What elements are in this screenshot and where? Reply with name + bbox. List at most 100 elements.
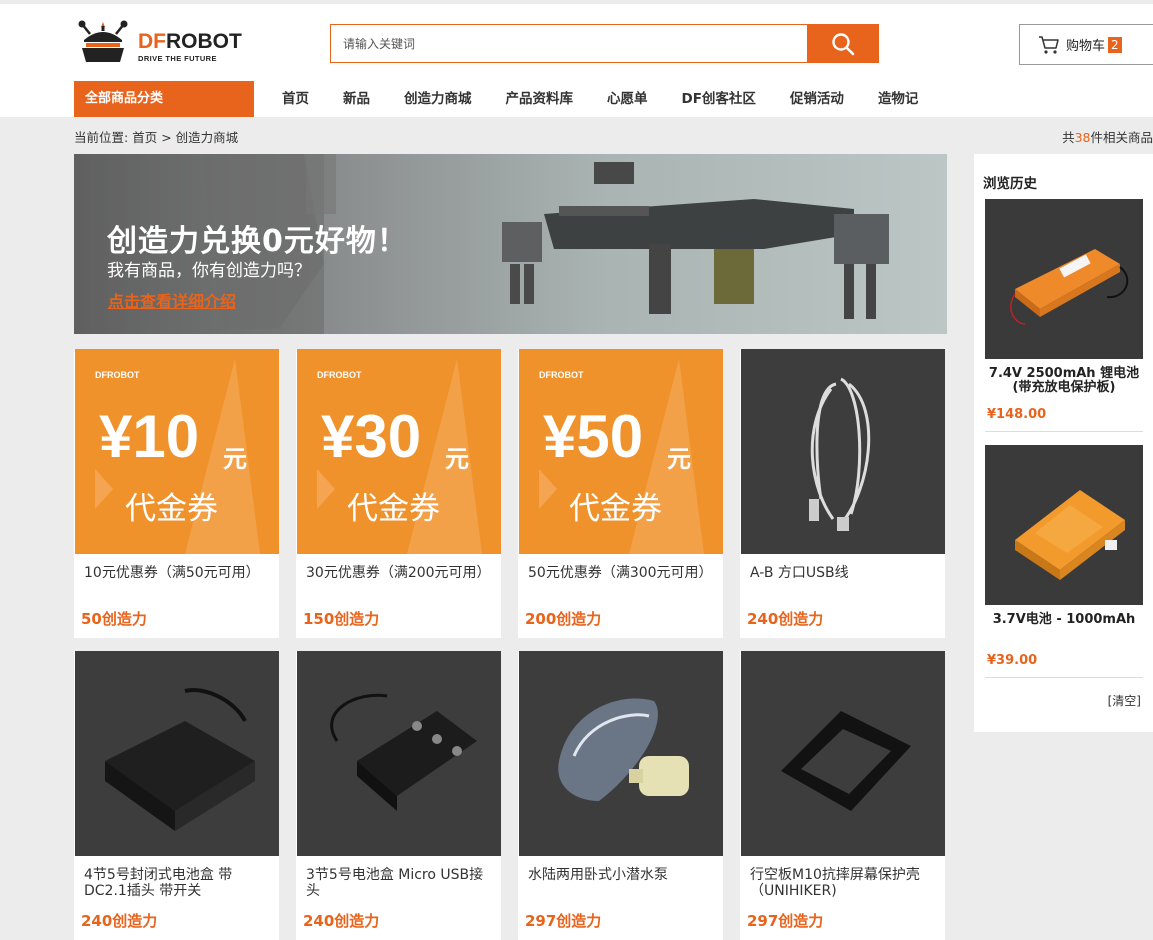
nav-promotions[interactable]: 促销活动: [790, 81, 844, 117]
product-price: 240创造力: [747, 610, 824, 628]
history-item[interactable]: 7.4V 2500mAh 锂电池(带充放电保护板) ¥148.00: [985, 199, 1143, 432]
browsing-history-title: 浏览历史: [983, 176, 1037, 192]
coupon-amount: ¥30: [321, 403, 422, 470]
product-name[interactable]: 30元优惠券（满200元可用）: [306, 565, 494, 581]
nav-new[interactable]: 新品: [343, 81, 370, 117]
water-pump-icon: [558, 698, 689, 801]
history-item[interactable]: 3.7V电池 - 1000mAh ¥39.00: [985, 445, 1143, 678]
coupon-word: 代金券: [125, 491, 218, 527]
all-categories-menu[interactable]: 全部商品分类: [74, 81, 254, 117]
nav-creativity-mall[interactable]: 创造力商城: [404, 81, 472, 117]
nav-product-library[interactable]: 产品资料库: [506, 81, 574, 117]
coupon-word: 代金券: [569, 491, 662, 527]
robot-logo-icon: [78, 20, 128, 62]
banner-subtitle: 我有商品，你有创造力吗？: [107, 261, 311, 281]
product-price: 50创造力: [81, 610, 147, 628]
coupon-unit: 元: [445, 445, 469, 473]
breadcrumb-separator: >: [161, 130, 172, 145]
product-card[interactable]: 4节5号封闭式电池盒 带DC2.1插头 带开关 240创造力: [74, 651, 279, 940]
result-count: 共38件相关商品: [1062, 127, 1153, 146]
product-name[interactable]: 10元优惠券（满50元可用）: [84, 565, 272, 581]
battery-box-icon: [105, 688, 255, 831]
product-image: [519, 651, 723, 856]
breadcrumb: 当前位置: 首页 > 创造力商城: [74, 127, 238, 146]
result-count-pre: 共: [1062, 130, 1075, 145]
battery-icon: [1015, 490, 1125, 580]
product-name[interactable]: 行空板M10抗摔屏幕保护壳（UNIHIKER): [750, 867, 938, 899]
breadcrumb-current[interactable]: 创造力商城: [176, 130, 239, 145]
browsing-history-panel: 浏览历史 7.4V 2500mAh 锂电池(带充放电保护板) ¥148.00 3…: [974, 154, 1153, 732]
history-item-name[interactable]: 7.4V 2500mAh 锂电池(带充放电保护板): [985, 367, 1143, 395]
cart-button[interactable]: 购物车 2: [1019, 24, 1153, 65]
main-nav: 首页 新品 创造力商城 产品资料库 心愿单 DF创客社区 促销活动 造物记: [254, 81, 918, 117]
product-card[interactable]: 行空板M10抗摔屏幕保护壳（UNIHIKER) 297创造力: [740, 651, 945, 940]
search-icon: [832, 32, 855, 55]
product-card[interactable]: 3节5号电池盒 Micro USB接头 240创造力: [296, 651, 501, 940]
product-name[interactable]: 50元优惠券（满300元可用）: [528, 565, 716, 581]
nav-home[interactable]: 首页: [282, 81, 309, 117]
coupon-word: 代金券: [347, 491, 440, 527]
coupon-unit: 元: [223, 445, 247, 473]
product-image: [297, 651, 501, 856]
history-item-image: [985, 445, 1143, 605]
logo-robot-text: ROBOT: [166, 30, 242, 53]
nav-wishlist[interactable]: 心愿单: [607, 81, 648, 117]
product-price: 297创造力: [525, 912, 602, 930]
product-price: 150创造力: [303, 610, 380, 628]
product-image: [741, 349, 945, 554]
product-name[interactable]: 3节5号电池盒 Micro USB接头: [306, 867, 494, 899]
coupon-amount: ¥50: [543, 403, 644, 470]
breadcrumb-home[interactable]: 首页: [132, 130, 157, 145]
logo-tagline: DRIVE THE FUTURE: [138, 54, 217, 63]
product-card[interactable]: 水陆两用卧式小潜水泵 297创造力: [518, 651, 723, 940]
history-divider: [985, 431, 1143, 432]
banner-title: 创造力兑换0元好物！: [107, 224, 408, 259]
nav-df-community[interactable]: DF创客社区: [682, 81, 756, 117]
product-name[interactable]: 水陆两用卧式小潜水泵: [528, 867, 716, 883]
coupon-brand: DFROBOT: [317, 370, 362, 380]
product-name[interactable]: 4节5号封闭式电池盒 带DC2.1插头 带开关: [84, 867, 272, 899]
history-item-price: ¥148.00: [987, 407, 1047, 422]
history-item-image: [985, 199, 1143, 359]
product-price: 240创造力: [81, 912, 158, 930]
logo-wordmark: DFROBOT: [138, 30, 242, 54]
cart-label: 购物车: [1066, 39, 1106, 54]
battery-holder-icon: [330, 693, 477, 811]
coupon-image: DFROBOT ¥10 元 代金券: [75, 349, 279, 554]
coupon-brand: DFROBOT: [539, 370, 584, 380]
lipo-battery-icon: [1010, 249, 1129, 325]
product-price: 297创造力: [747, 912, 824, 930]
product-card[interactable]: DFROBOT ¥10 元 代金券 10元优惠券（满50元可用） 50创造力: [74, 349, 279, 638]
product-price: 240创造力: [303, 912, 380, 930]
usb-cable-icon: [809, 377, 871, 531]
nav-maker-journal[interactable]: 造物记: [878, 81, 919, 117]
product-card[interactable]: DFROBOT ¥50 元 代金券 50元优惠券（满300元可用） 200创造力: [518, 349, 723, 638]
product-price: 200创造力: [525, 610, 602, 628]
banner-details-link[interactable]: 点击查看详细介绍: [108, 288, 236, 312]
shopping-cart-icon: [1039, 35, 1059, 54]
history-divider: [985, 677, 1143, 678]
coupon-image: DFROBOT ¥50 元 代金券: [519, 349, 723, 554]
product-name[interactable]: A-B 方口USB线: [750, 565, 938, 581]
breadcrumb-prefix: 当前位置:: [74, 130, 129, 145]
history-item-name[interactable]: 3.7V电池 - 1000mAh: [985, 613, 1143, 627]
search-box: [330, 24, 808, 63]
search-input[interactable]: [331, 25, 807, 62]
result-count-number: 38: [1074, 130, 1091, 145]
promo-banner[interactable]: 创造力兑换0元好物！ 我有商品，你有创造力吗？ 点击查看详细介绍: [74, 154, 947, 334]
history-item-price: ¥39.00: [987, 653, 1038, 668]
dfrobot-logo[interactable]: DFROBOT DRIVE THE FUTURE: [76, 18, 271, 68]
coupon-image: DFROBOT ¥30 元 代金券: [297, 349, 501, 554]
product-card[interactable]: A-B 方口USB线 240创造力: [740, 349, 945, 638]
result-count-post: 件相关商品: [1090, 130, 1153, 145]
clear-history-button[interactable]: [清空]: [1108, 692, 1141, 709]
product-image: [75, 651, 279, 856]
logo-df-text: DF: [138, 30, 166, 53]
product-card[interactable]: DFROBOT ¥30 元 代金券 30元优惠券（满200元可用） 150创造力: [296, 349, 501, 638]
product-image: [741, 651, 945, 856]
coupon-amount: ¥10: [99, 403, 200, 470]
coupon-brand: DFROBOT: [95, 370, 140, 380]
coupon-unit: 元: [667, 445, 691, 473]
search-button[interactable]: [807, 24, 879, 63]
cart-count-badge: 2: [1108, 36, 1122, 53]
